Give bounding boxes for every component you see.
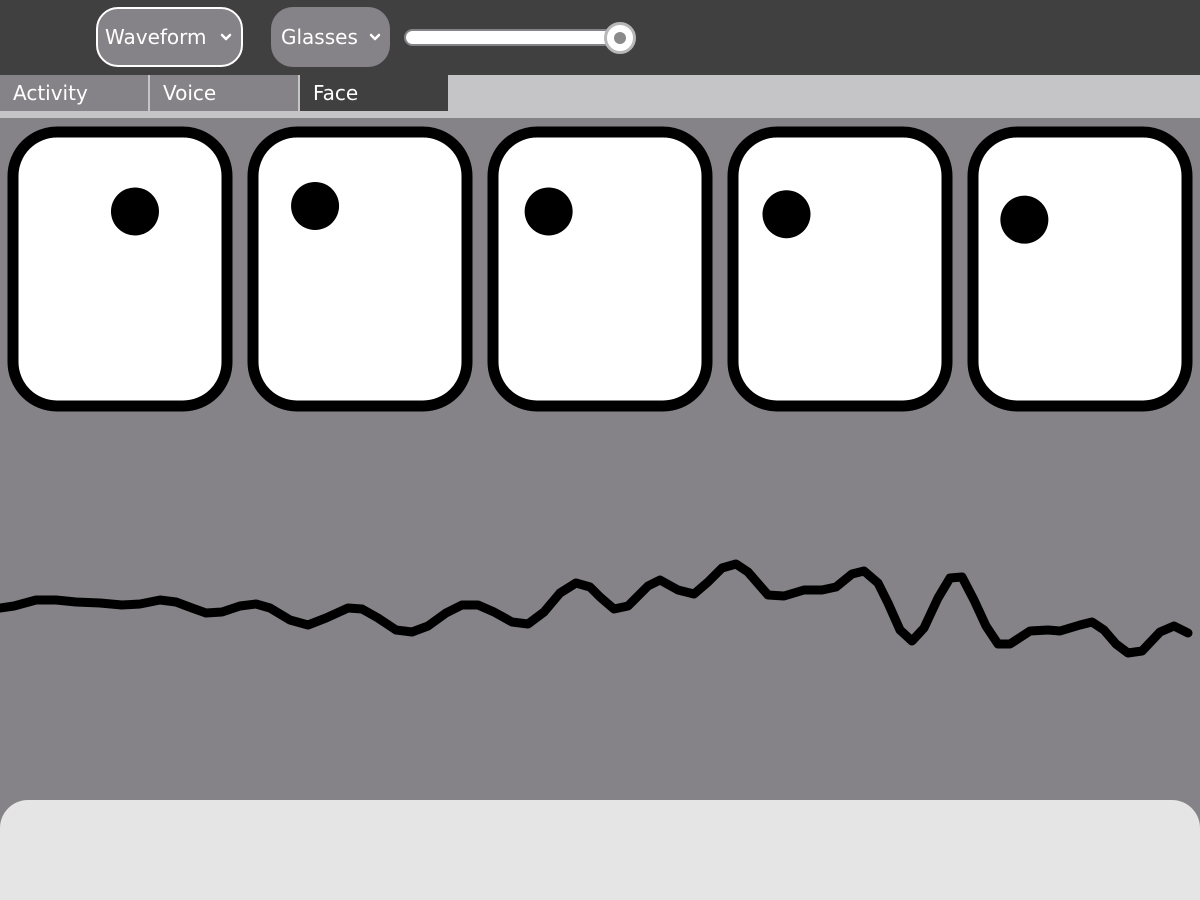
mode-select-label: Waveform xyxy=(105,25,207,49)
pupil xyxy=(524,187,573,236)
chevron-down-icon xyxy=(220,33,232,41)
tab-bar: Activity Voice Face xyxy=(0,75,1200,118)
slider-trough[interactable] xyxy=(404,29,620,46)
tab-activity-label: Activity xyxy=(13,81,88,105)
chevron-down-icon xyxy=(369,33,381,41)
mode-select[interactable]: Waveform xyxy=(96,7,243,67)
pupil xyxy=(291,181,340,230)
pupil xyxy=(762,190,811,239)
bottom-panel xyxy=(0,800,1200,900)
toolbar: Waveform Glasses xyxy=(0,0,1200,75)
eye xyxy=(487,126,713,412)
pupil xyxy=(110,187,159,236)
face-select-label: Glasses xyxy=(281,25,358,49)
volume-slider[interactable] xyxy=(404,22,636,54)
slider-knob[interactable] xyxy=(604,22,636,54)
face-select[interactable]: Glasses xyxy=(271,7,390,67)
tab-voice-label: Voice xyxy=(163,81,217,105)
tab-activity[interactable]: Activity xyxy=(0,75,148,111)
tab-voice[interactable]: Voice xyxy=(150,75,298,111)
tab-face-label: Face xyxy=(313,81,359,105)
face-drawing xyxy=(0,126,1193,658)
pupil xyxy=(1000,195,1049,244)
eye xyxy=(727,126,953,412)
eye xyxy=(247,126,473,412)
mouth-waveform xyxy=(0,559,1193,658)
face-canvas xyxy=(0,118,1200,800)
eye xyxy=(967,126,1193,412)
eye xyxy=(7,126,233,412)
tab-face[interactable]: Face xyxy=(300,75,448,111)
